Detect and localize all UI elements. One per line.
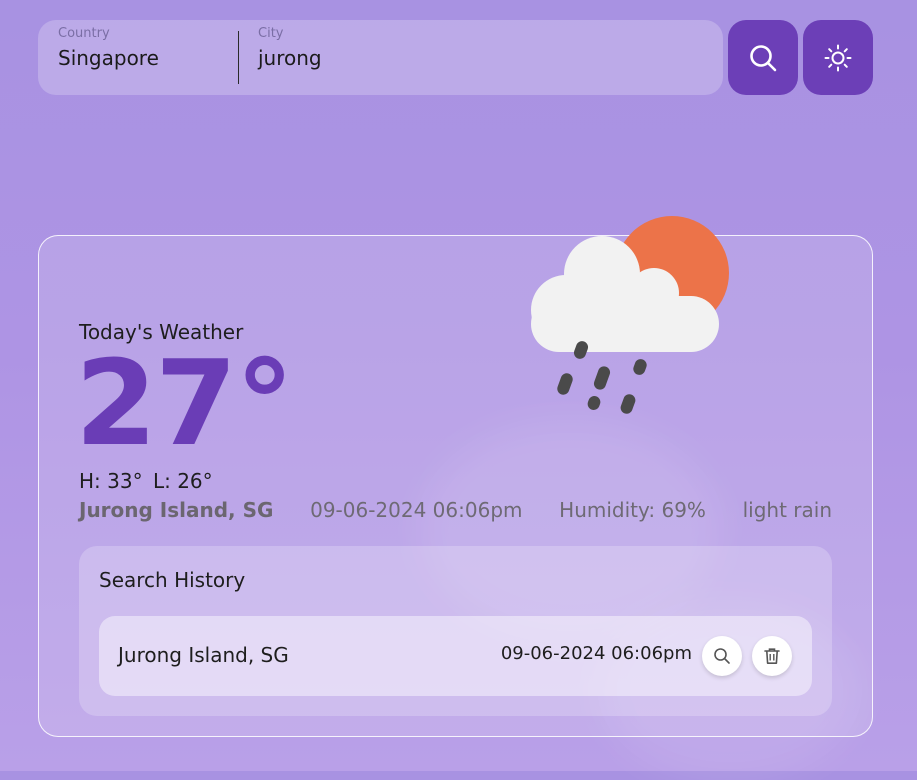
high-temperature: H: 33°: [79, 469, 143, 493]
history-search-button[interactable]: [702, 636, 742, 676]
country-field[interactable]: Country Singapore: [58, 20, 238, 95]
low-temperature: L: 26°: [152, 469, 213, 493]
history-datetime: 09-06-2024 06:06pm: [500, 643, 692, 664]
history-location: Jurong Island, SG: [118, 643, 289, 667]
city-input[interactable]: jurong: [258, 46, 322, 70]
trash-icon: [764, 648, 780, 664]
search-icon: [750, 44, 777, 71]
city-label: City: [258, 26, 284, 41]
weather-description: light rain: [742, 498, 832, 522]
city-field[interactable]: City jurong: [258, 20, 698, 95]
history-list-item: Jurong Island, SG 09-06-2024 06:06pm: [99, 616, 812, 696]
search-bar: Country Singapore City jurong: [38, 20, 723, 95]
sun-icon: [824, 44, 852, 71]
history-delete-button[interactable]: [752, 636, 792, 676]
country-label: Country: [58, 26, 110, 41]
location-name: Jurong Island, SG: [79, 498, 274, 522]
current-temperature: 27°: [75, 334, 294, 472]
search-history-panel: Search History Jurong Island, SG 09-06-2…: [79, 546, 832, 716]
theme-toggle-button[interactable]: [803, 20, 873, 95]
weather-info-row: Jurong Island, SG 09-06-2024 06:06pm Hum…: [79, 498, 832, 522]
field-divider: [238, 31, 239, 84]
search-icon: [714, 648, 730, 664]
humidity: Humidity: 69%: [559, 498, 706, 522]
search-history-title: Search History: [99, 568, 246, 592]
search-button[interactable]: [728, 20, 798, 95]
weather-card: Today's Weather 27° H: 33° L: 26° Jurong…: [38, 216, 873, 737]
weather-datetime: 09-06-2024 06:06pm: [310, 498, 523, 522]
high-low-temperature: H: 33° L: 26°: [79, 469, 217, 493]
cloud-sun-rain-icon: [531, 216, 729, 414]
country-input[interactable]: Singapore: [58, 46, 159, 70]
